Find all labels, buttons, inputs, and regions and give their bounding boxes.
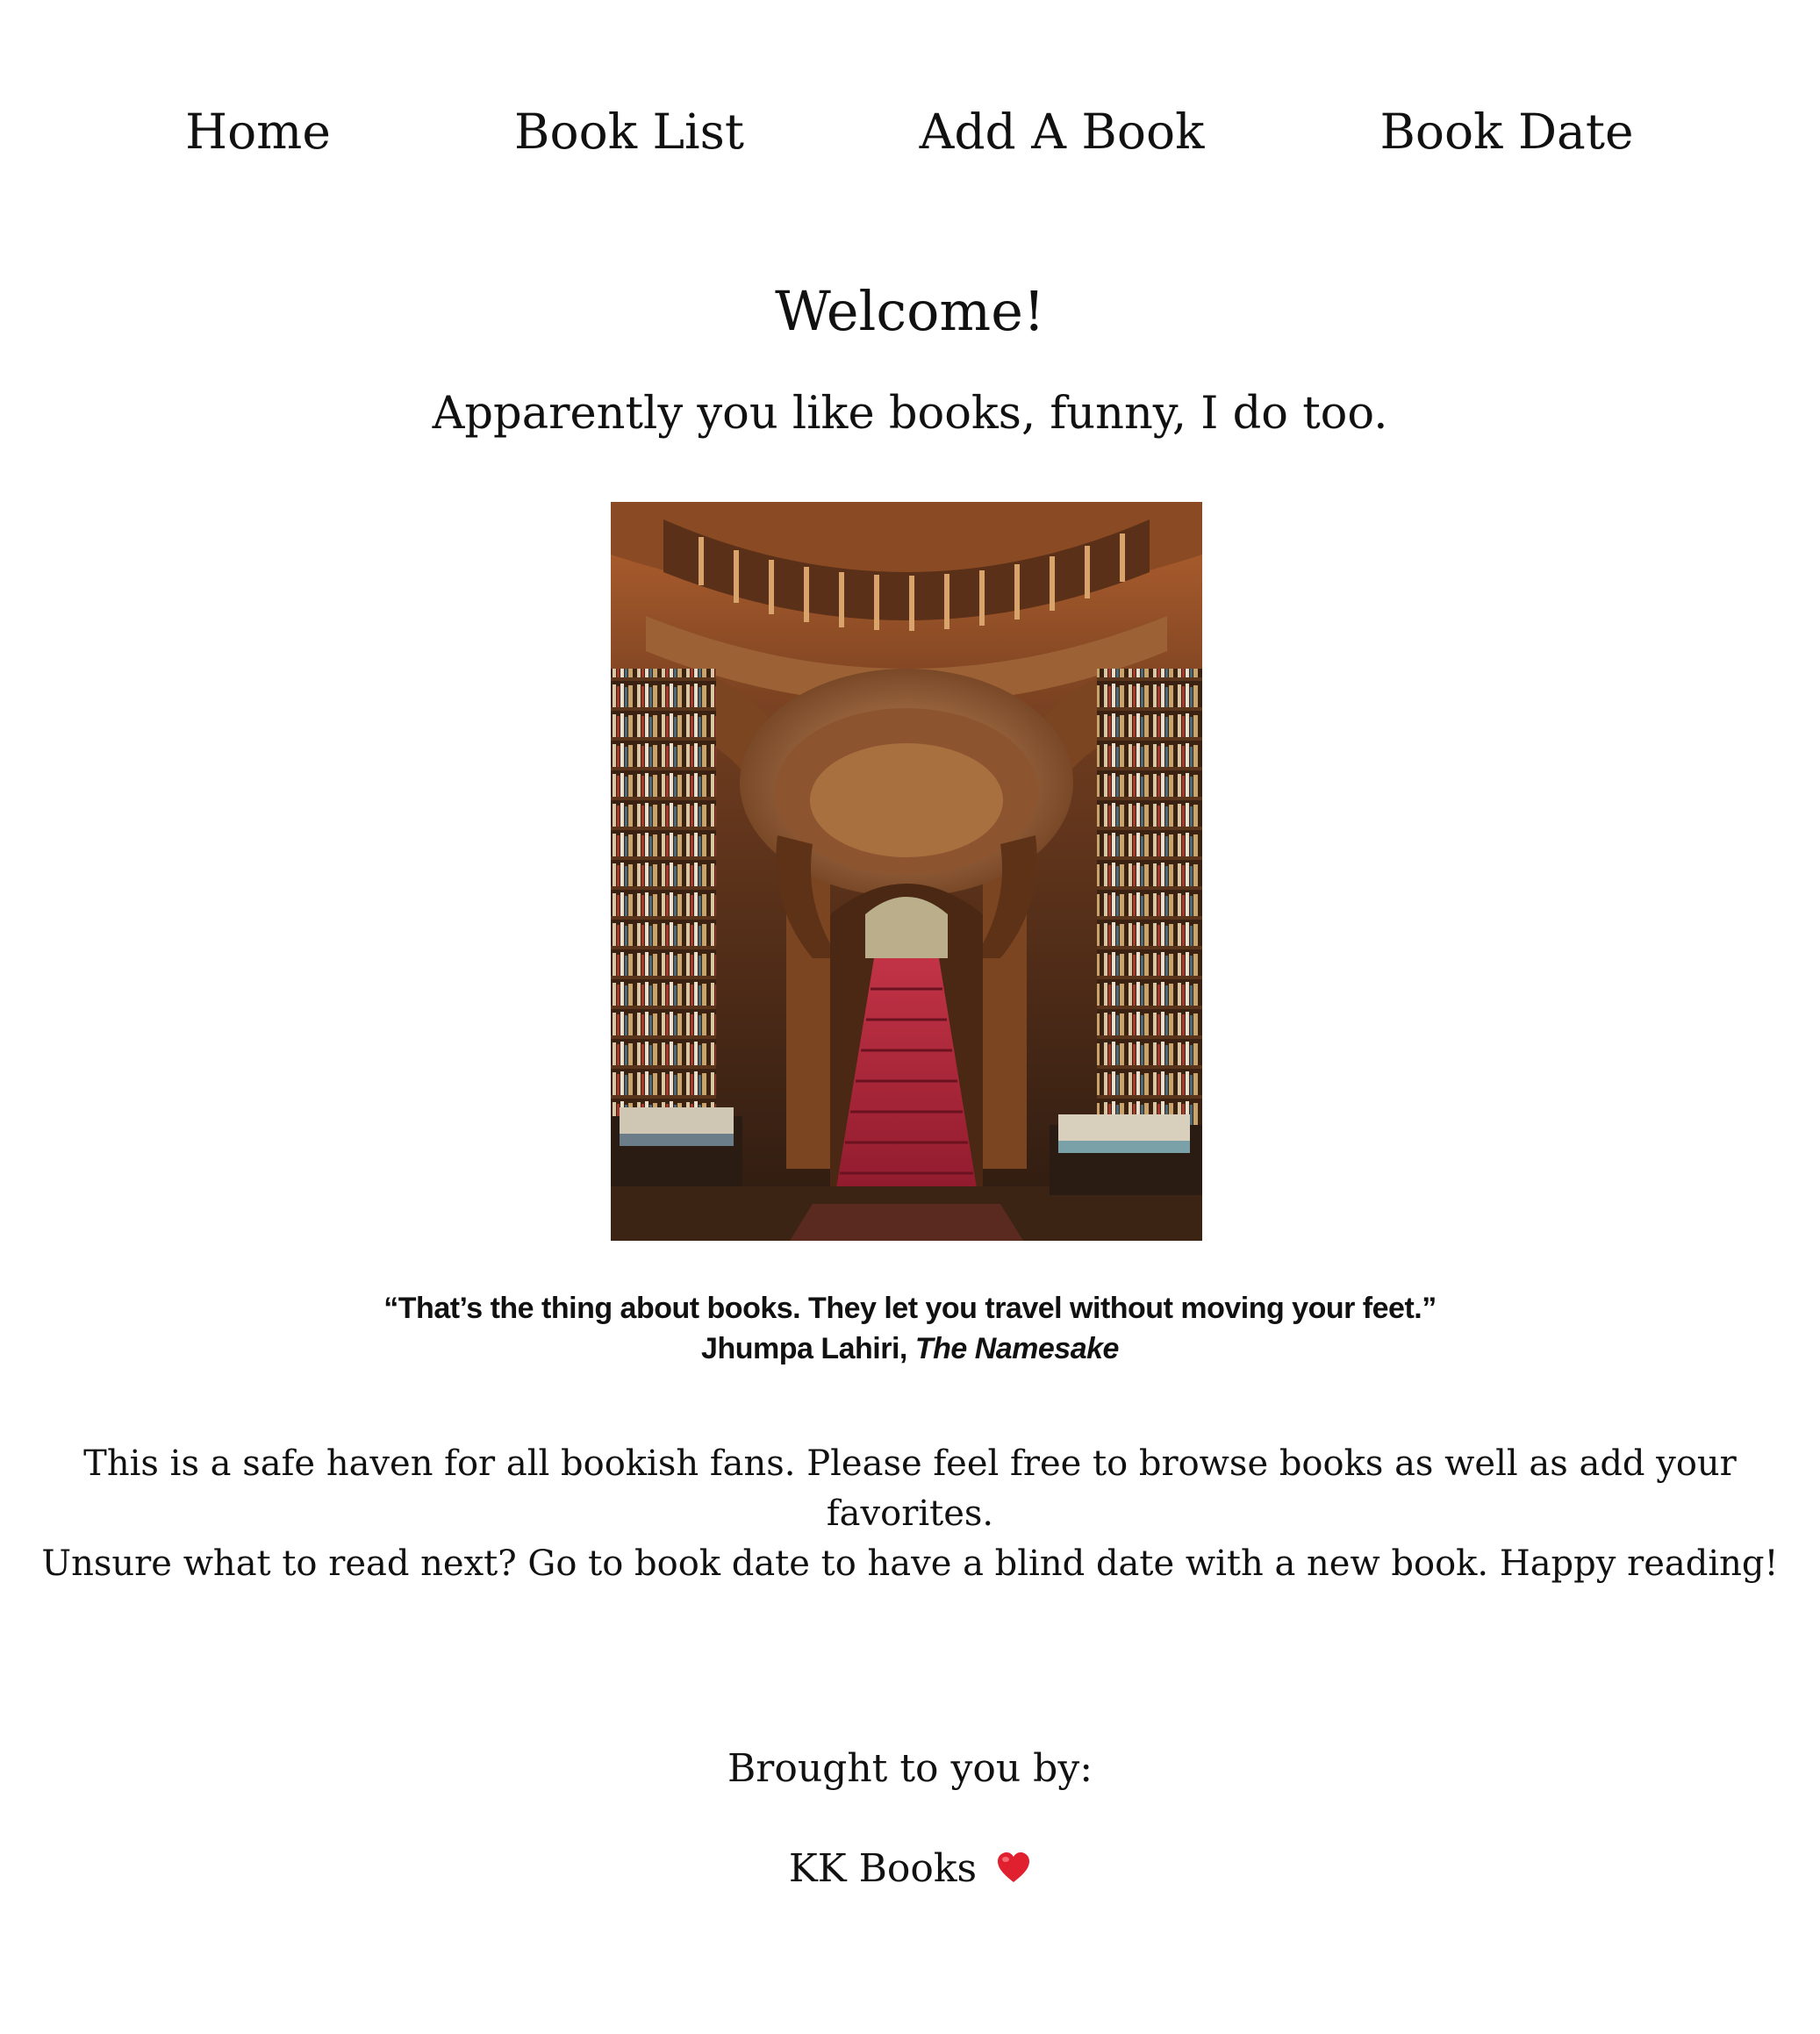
nav-link-book-date[interactable]: Book Date (1380, 92, 1634, 171)
quote-work-title: The Namesake (914, 1332, 1120, 1365)
footer-brand: KK Books (0, 1841, 1820, 1900)
intro-text: This is a safe haven for all bookish fan… (35, 1439, 1785, 1589)
nav-link-home[interactable]: Home (185, 92, 331, 171)
page-title: Welcome! (775, 279, 1045, 343)
page-subtitle: Apparently you like books, funny, I do t… (432, 388, 1388, 440)
quote-text: “That’s the thing about books. They let … (383, 1292, 1437, 1325)
footer-label: Brought to you by: (727, 1746, 1093, 1791)
main-nav: Home Book List Add A Book Book Date (0, 92, 1820, 171)
quote-attribution: Jhumpa Lahiri, The Namesake (0, 1329, 1820, 1369)
brand-name: KK Books (788, 1846, 978, 1891)
heart-icon (996, 1844, 1031, 1900)
bookstore-staircase-photo (611, 502, 1202, 1241)
quote-author: Jhumpa Lahiri, (701, 1332, 907, 1365)
nav-link-add-a-book[interactable]: Add A Book (920, 92, 1205, 171)
bookstore-image (611, 502, 1202, 1241)
nav-link-book-list[interactable]: Book List (514, 92, 744, 171)
intro-paragraph-1: This is a safe haven for all bookish fan… (83, 1443, 1737, 1534)
intro-paragraph-2: Unsure what to read next? Go to book dat… (41, 1543, 1779, 1584)
book-quote: “That’s the thing about books. They let … (0, 1288, 1820, 1369)
